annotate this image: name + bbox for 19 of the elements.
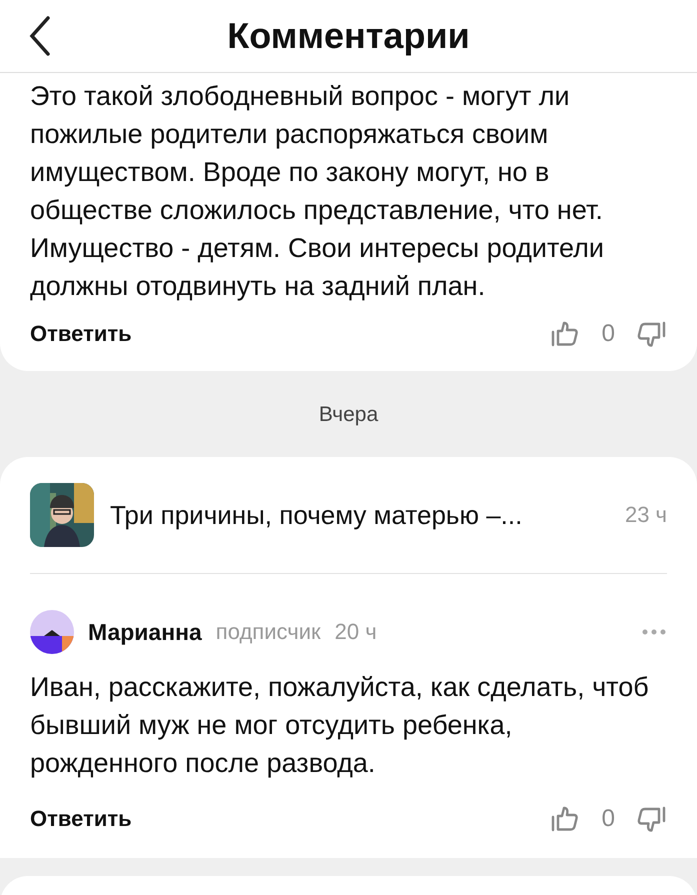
comment-time: 20 ч — [334, 619, 377, 645]
comment-text: Иван, расскажите, пожалуйста, как сделать, чтоб бывший муж не мог отсудить ребенка, рожденного после развода. — [30, 671, 650, 780]
date-separator: Вчера — [318, 402, 380, 428]
thumbs-up-icon[interactable] — [550, 319, 580, 349]
thumbs-down-icon[interactable] — [637, 319, 667, 349]
reply-button[interactable]: Ответить — [30, 321, 132, 347]
reply-button[interactable]: Ответить — [30, 806, 132, 832]
article-time: 23 ч — [624, 502, 667, 528]
author-status-label: подписчик — [216, 619, 321, 645]
avatar — [30, 610, 74, 654]
author-name[interactable]: Марианна — [88, 618, 202, 646]
like-count: 0 — [602, 805, 615, 833]
more-icon[interactable] — [641, 628, 667, 636]
thumbs-down-icon[interactable] — [637, 804, 667, 834]
comment-text: Это такой злободневный вопрос - могут ли пожилые родители распоряжаться своим имуществом. Вроде по закону могут, но в обществе сложилось представление, что нет. Имущество - детям. Свои интересы родители должны отодвинуть на задний план. — [30, 80, 605, 303]
thumbs-up-icon[interactable] — [550, 804, 580, 834]
like-count: 0 — [602, 320, 615, 348]
article-title[interactable]: Три причины, почему матерью –... — [110, 500, 609, 530]
page-title: Комментарии — [227, 15, 470, 57]
